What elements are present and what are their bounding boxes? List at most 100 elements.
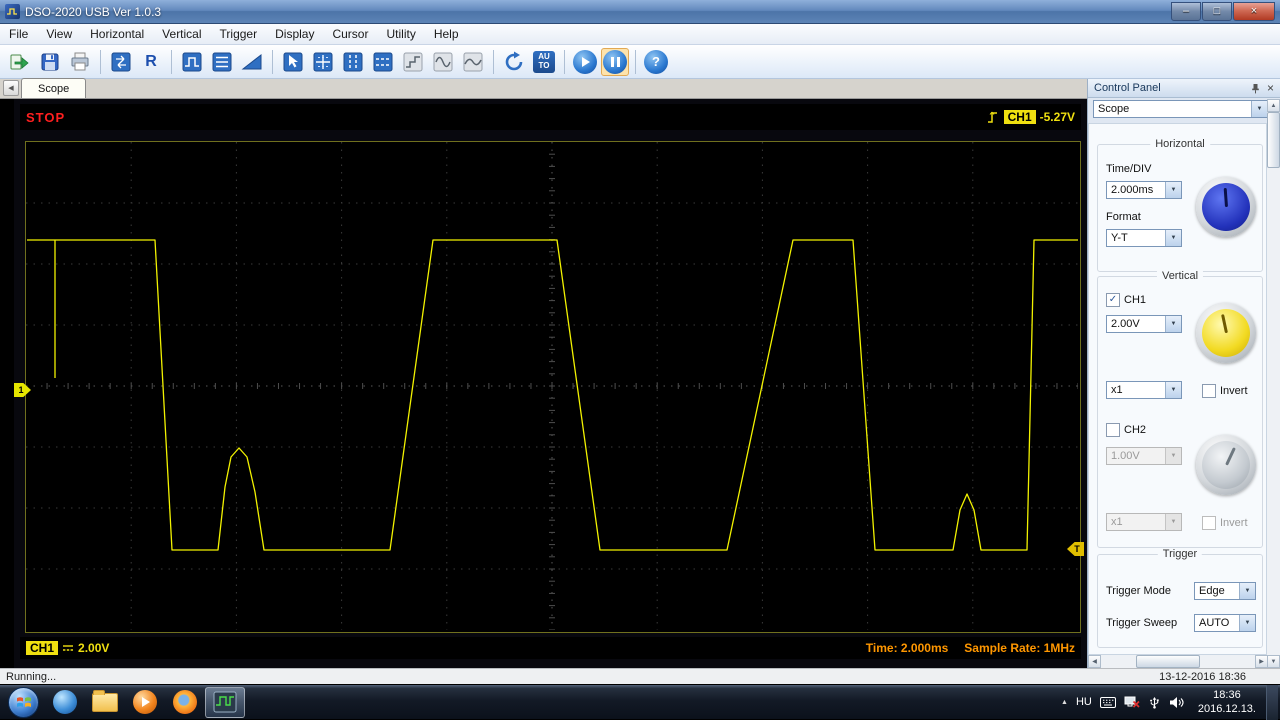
- step-wave-button[interactable]: [399, 48, 427, 76]
- time-div-select[interactable]: 2.000ms ▼: [1106, 181, 1182, 199]
- menu-view[interactable]: View: [37, 24, 81, 44]
- taskbar-media-player-icon[interactable]: [125, 687, 165, 718]
- vertical-cursors-icon: [343, 52, 363, 71]
- trigger-readout: CH1 -5.27V: [986, 109, 1075, 125]
- print-button[interactable]: [66, 48, 94, 76]
- panel-mode-select[interactable]: Scope ▼: [1093, 100, 1268, 118]
- status-bar: Running... 13-12-2016 18:36: [0, 668, 1280, 684]
- ch2-scale-select[interactable]: 1.00V ▼: [1106, 447, 1182, 465]
- open-button[interactable]: [6, 48, 34, 76]
- scroll-down-button[interactable]: ▼: [1267, 655, 1280, 668]
- usb-device-icon[interactable]: [1148, 696, 1161, 709]
- menu-bar: File View Horizontal Vertical Trigger Di…: [0, 24, 1280, 45]
- menu-help[interactable]: Help: [425, 24, 468, 44]
- window-controls: – □ ×: [1171, 2, 1275, 21]
- format-select[interactable]: Y-T ▼: [1106, 229, 1182, 247]
- chevron-down-icon: ▼: [1165, 316, 1181, 332]
- save-button[interactable]: [36, 48, 64, 76]
- pause-button[interactable]: [601, 47, 629, 76]
- ch2-checkbox-box: [1106, 423, 1120, 437]
- ch2-invert-checkbox[interactable]: Invert: [1202, 516, 1248, 530]
- smooth-sine-button[interactable]: [459, 48, 487, 76]
- show-desktop-button[interactable]: [1266, 684, 1278, 720]
- menu-file[interactable]: File: [0, 24, 37, 44]
- vertical-group-title: Vertical: [1156, 270, 1204, 282]
- ch2-enable-checkbox[interactable]: CH2: [1106, 423, 1146, 437]
- menu-trigger[interactable]: Trigger: [211, 24, 267, 44]
- dso-app-icon: [213, 691, 237, 713]
- waveform-plot: [25, 141, 1081, 633]
- taskbar-browser-icon[interactable]: [45, 687, 85, 718]
- horizontal-cursors-button[interactable]: [369, 48, 397, 76]
- vertical-cursors-button[interactable]: [339, 48, 367, 76]
- menu-horizontal[interactable]: Horizontal: [81, 24, 153, 44]
- close-button[interactable]: ×: [1233, 2, 1275, 21]
- minimize-button[interactable]: –: [1171, 2, 1201, 21]
- time-div-label: Time/DIV: [1106, 163, 1152, 175]
- control-panel-header: Control Panel ×: [1088, 79, 1280, 98]
- taskbar-dso-app-button[interactable]: [205, 686, 245, 718]
- taskbar-firefox-icon[interactable]: [165, 687, 205, 718]
- measure-icon: [212, 52, 232, 71]
- ramp-button[interactable]: [238, 48, 266, 76]
- trigger-sweep-select[interactable]: AUTO ▼: [1194, 614, 1256, 632]
- panel-horizontal-scrollbar[interactable]: ◀ ▶: [1088, 655, 1268, 668]
- refresh-icon: [505, 51, 523, 70]
- tab-scope[interactable]: Scope: [21, 78, 87, 98]
- taskbar-explorer-icon[interactable]: [85, 687, 125, 718]
- cursor-tool-button[interactable]: [279, 48, 307, 76]
- menu-utility[interactable]: Utility: [377, 24, 424, 44]
- help-button[interactable]: ?: [642, 48, 670, 76]
- display-disconnected-icon[interactable]: [1124, 696, 1140, 708]
- vertical-group: Vertical ✓ CH1 2.00V ▼ x1 ▼ Invert CH2 1…: [1097, 270, 1263, 548]
- panel-vertical-scrollbar[interactable]: ▲ ▼: [1267, 99, 1280, 668]
- menu-vertical[interactable]: Vertical: [153, 24, 210, 44]
- tray-expand-icon[interactable]: ▲: [1061, 699, 1068, 706]
- tab-scroll-left-button[interactable]: ◀: [3, 80, 19, 96]
- keyboard-icon[interactable]: [1099, 696, 1116, 708]
- scope-readout-bar: CH1 2.00V Time: 2.000ms Sample Rate: 1MH…: [20, 637, 1081, 659]
- windows-taskbar: ▲ HU 18:36 2016.12.13.: [0, 684, 1280, 720]
- horizontal-position-knob[interactable]: [1196, 177, 1256, 237]
- horizontal-scroll-thumb[interactable]: [1136, 655, 1200, 668]
- speaker-icon[interactable]: [1169, 696, 1184, 709]
- pulse-wave-button[interactable]: [178, 48, 206, 76]
- pin-icon[interactable]: [1251, 83, 1260, 94]
- ch1-position-knob[interactable]: [1196, 303, 1256, 363]
- ch1-invert-checkbox[interactable]: Invert: [1202, 384, 1248, 398]
- trigger-mode-select[interactable]: Edge ▼: [1194, 582, 1256, 600]
- run-button[interactable]: [571, 48, 599, 76]
- browser-globe-icon: [53, 690, 77, 714]
- chevron-left-icon: ◀: [8, 85, 14, 92]
- chevron-up-icon: ▲: [1270, 102, 1277, 109]
- chevron-down-icon: ▼: [1239, 615, 1255, 631]
- record-button[interactable]: R: [137, 48, 165, 76]
- menu-display[interactable]: Display: [266, 24, 323, 44]
- ch1-invert-box: [1202, 384, 1216, 398]
- ch1-scale-select[interactable]: 2.00V ▼: [1106, 315, 1182, 333]
- ch2-probe-select[interactable]: x1 ▼: [1106, 513, 1182, 531]
- app-icon[interactable]: [5, 4, 20, 19]
- vertical-scroll-thumb[interactable]: [1267, 112, 1280, 168]
- ch2-position-knob[interactable]: [1196, 435, 1256, 495]
- step-wave-icon: [403, 52, 423, 71]
- measure-button[interactable]: [208, 48, 236, 76]
- xy-display-button[interactable]: [107, 48, 135, 76]
- firefox-icon: [173, 690, 197, 714]
- ch1-probe-select[interactable]: x1 ▼: [1106, 381, 1182, 399]
- start-button[interactable]: [8, 686, 39, 718]
- language-indicator[interactable]: HU: [1076, 696, 1092, 708]
- sine-wave-button[interactable]: [429, 48, 457, 76]
- menu-cursor[interactable]: Cursor: [323, 24, 377, 44]
- taskbar-clock[interactable]: 18:36 2016.12.13.: [1192, 688, 1262, 717]
- maximize-button[interactable]: □: [1202, 2, 1232, 21]
- chevron-left-icon: ◀: [1092, 659, 1097, 665]
- refresh-button[interactable]: [500, 48, 528, 76]
- scroll-left-button[interactable]: ◀: [1088, 655, 1101, 668]
- panel-close-icon[interactable]: ×: [1267, 82, 1274, 94]
- scroll-up-button[interactable]: ▲: [1267, 99, 1280, 112]
- chevron-down-icon: ▼: [1165, 382, 1181, 398]
- ch1-enable-checkbox[interactable]: ✓ CH1: [1106, 293, 1146, 307]
- grid-button[interactable]: [309, 48, 337, 76]
- autoset-button[interactable]: AU TO: [530, 48, 558, 76]
